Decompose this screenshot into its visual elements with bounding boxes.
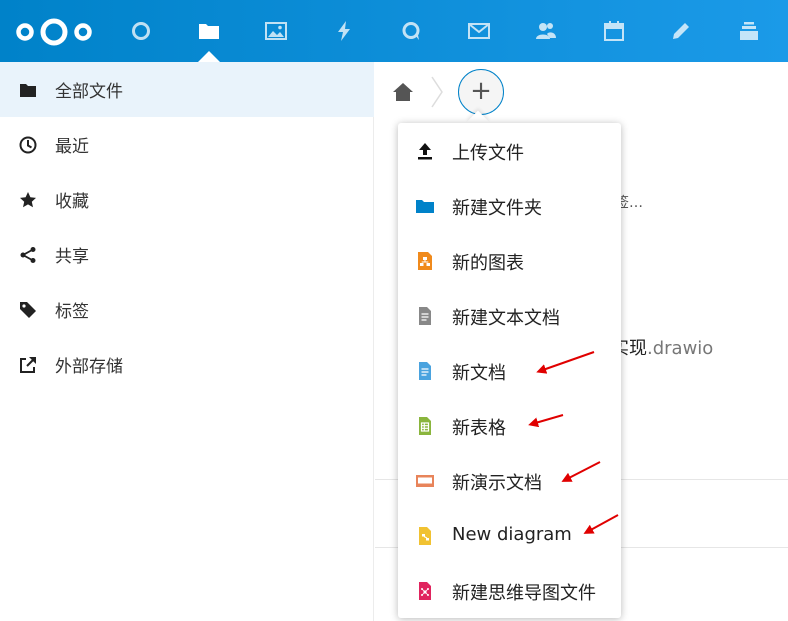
sidebar-item-label: 最近 (55, 137, 89, 157)
sidebar-item-tags[interactable]: 标签 (0, 282, 374, 337)
deck-stack-icon[interactable] (734, 16, 764, 46)
nextcloud-logo[interactable] (14, 16, 94, 48)
menu-item-upload[interactable]: 上传文件 (398, 123, 621, 178)
menu-item-label: 新建文件夹 (452, 198, 542, 219)
calendar-icon[interactable] (599, 16, 629, 46)
document-icon (414, 360, 436, 382)
active-app-caret (198, 51, 220, 62)
star-icon (18, 190, 38, 210)
menu-item-new-chart[interactable]: 新的图表 (398, 233, 621, 288)
activity-bolt-icon[interactable] (329, 16, 359, 46)
menu-item-new-mindmap[interactable]: 新建思维导图文件 (398, 563, 621, 618)
menu-item-new-document[interactable]: 新文档 (398, 343, 621, 398)
menu-item-label: 新建思维导图文件 (452, 583, 596, 604)
mindmap-icon (414, 580, 436, 602)
share-icon (18, 245, 38, 265)
menu-item-label: 新建文本文档 (452, 308, 560, 329)
drawio-diagram-icon (414, 525, 436, 547)
notes-pencil-icon[interactable] (666, 16, 696, 46)
clock-icon (18, 135, 38, 155)
text-document-icon (414, 305, 436, 327)
external-link-icon (18, 355, 38, 375)
sidebar-item-all-files[interactable]: 全部文件 (0, 62, 374, 117)
files-folder-icon[interactable] (194, 16, 224, 46)
sidebar-item-label: 收藏 (55, 192, 89, 212)
menu-item-new-spreadsheet[interactable]: 新表格 (398, 398, 621, 453)
filename-extension: .drawio (647, 338, 714, 359)
sidebar: 全部文件 最近 收藏 共享 标签 外部存储 (0, 62, 374, 621)
new-file-menu: 上传文件 新建文件夹 新的图表 新建文本文档 新文档 新表格 新演示文档 New… (398, 123, 621, 618)
sidebar-item-label: 外部存储 (55, 357, 123, 377)
new-file-button[interactable]: + (458, 69, 504, 115)
menu-item-label: 新演示文档 (452, 473, 542, 494)
dashboard-circle-icon[interactable] (126, 16, 156, 46)
menu-item-new-presentation[interactable]: 新演示文档 (398, 453, 621, 508)
spreadsheet-icon (414, 415, 436, 437)
sidebar-item-favorites[interactable]: 收藏 (0, 172, 374, 227)
plus-icon: + (470, 76, 492, 106)
diagram-chart-icon (414, 250, 436, 272)
tag-icon (18, 300, 38, 320)
talk-icon[interactable] (396, 16, 426, 46)
menu-item-label: 上传文件 (452, 143, 524, 164)
photos-icon[interactable] (261, 16, 291, 46)
menu-item-new-folder[interactable]: 新建文件夹 (398, 178, 621, 233)
mail-icon[interactable] (464, 16, 494, 46)
contacts-icon[interactable] (531, 16, 561, 46)
top-header (0, 0, 788, 62)
menu-item-label: 新表格 (452, 418, 506, 439)
breadcrumb-separator (431, 76, 443, 108)
folder-icon (18, 80, 38, 100)
sidebar-item-label: 标签 (55, 302, 89, 322)
menu-item-label: 新文档 (452, 363, 506, 384)
menu-item-label: New diagram (452, 524, 572, 545)
sidebar-item-external-storage[interactable]: 外部存储 (0, 337, 374, 392)
folder-icon (414, 195, 436, 217)
menu-item-label: 新的图表 (452, 253, 524, 274)
sidebar-item-shares[interactable]: 共享 (0, 227, 374, 282)
sidebar-item-label: 全部文件 (55, 82, 123, 102)
sidebar-item-recent[interactable]: 最近 (0, 117, 374, 172)
upload-icon (414, 140, 436, 162)
menu-item-new-text-document[interactable]: 新建文本文档 (398, 288, 621, 343)
presentation-icon (414, 470, 436, 492)
sidebar-item-label: 共享 (55, 247, 89, 267)
home-icon[interactable] (392, 81, 414, 103)
file-list-filename-fragment[interactable]: 实现.drawio (611, 334, 713, 360)
menu-item-new-diagram[interactable]: New diagram (398, 508, 621, 563)
